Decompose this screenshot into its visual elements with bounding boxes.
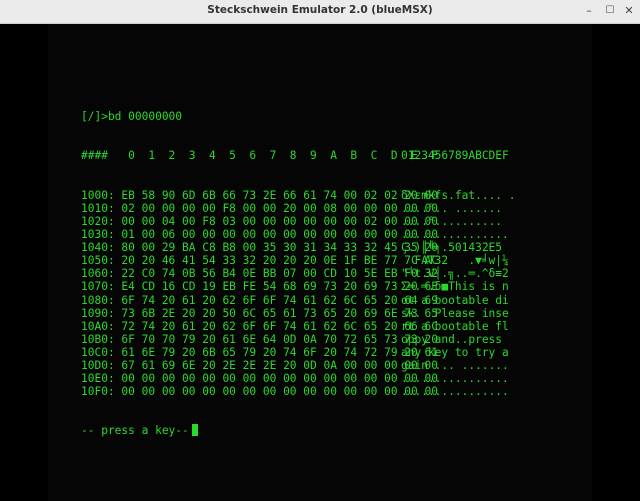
row-ascii: δXεmkfs.fat.... . [401,188,516,202]
dump-row: 10C0: 61 6E 79 20 6B 65 79 20 74 6F 20 7… [81,346,516,359]
row-ascii: Ç.)║╚╕.501432E5 [401,241,509,255]
row-hex: 1020: 00 00 04 00 F8 03 00 00 00 00 00 0… [81,214,438,228]
dump-row: 1030: 01 00 06 00 00 00 00 00 00 00 00 0… [81,228,516,241]
row-hex: 10A0: 72 74 20 61 20 62 6F 6F 74 61 62 6… [81,319,438,333]
row-hex: 1030: 01 00 06 00 00 00 00 00 00 00 00 0… [81,228,438,242]
dump-row: 1040: 80 00 29 BA C8 B8 00 35 30 31 34 3… [81,241,516,254]
dump-row: 10B0: 6F 70 70 79 20 61 6E 64 0D 0A 70 7… [81,333,516,346]
row-ascii: Σ═.═.δ■This is n [401,280,509,294]
dump-rows: 1000: EB 58 90 6D 6B 66 73 2E 66 61 74 0… [81,189,516,399]
row-hex: 10B0: 6F 70 70 79 20 61 6E 64 0D 0A 70 7… [81,332,438,346]
dump-row: 1050: 20 20 46 41 54 33 32 20 20 20 0E 1… [81,254,516,267]
left-border [0,24,48,501]
maximize-icon[interactable]: ☐ [603,4,617,18]
row-ascii: FAT32 .▼╛w|¼ [401,254,509,268]
row-ascii: ....°.. ....... [401,201,503,215]
emulator-window: Steckschwein Emulator 2.0 (blueMSX) – ☐ … [0,0,640,501]
dump-row: 1020: 00 00 04 00 F8 03 00 00 00 00 00 0… [81,215,516,228]
right-border [592,24,640,501]
dump-row: 1000: EB 58 90 6D 6B 66 73 2E 66 61 74 0… [81,189,516,202]
row-ascii: ................ [401,385,509,399]
row-ascii: sk. Please inse [401,306,509,320]
row-hex: 1000: EB 58 90 6D 6B 66 73 2E 66 61 74 0… [81,188,438,202]
row-hex: 10E0: 00 00 00 00 00 00 00 00 00 00 00 0… [81,372,438,386]
cursor-block [191,424,198,437]
dump-header: #### 0 1 2 3 4 5 6 7 8 9 A B C D E F0123… [81,149,516,162]
title-bar[interactable]: Steckschwein Emulator 2.0 (blueMSX) – ☐ … [0,0,640,24]
dump-row: 1090: 73 6B 2E 20 20 50 6C 65 61 73 65 2… [81,307,516,320]
row-hex: 1060: 22 C0 74 0B 56 B4 0E BB 07 00 CD 1… [81,267,438,281]
dump-row: 1060: 22 C0 74 0B 56 B4 0E BB 07 00 CD 1… [81,267,516,280]
dump-row: 10E0: 00 00 00 00 00 00 00 00 00 00 00 0… [81,372,516,385]
row-ascii: "└t.V┤.╗..═.^δ≡2 [401,267,509,281]
row-hex: 10D0: 67 61 69 6E 20 2E 2E 2E 20 0D 0A 0… [81,358,438,372]
header-hex: #### 0 1 2 3 4 5 6 7 8 9 A B C D E F [81,149,438,163]
dump-row: 1010: 02 00 00 00 00 F8 00 00 20 00 08 0… [81,202,516,215]
row-hex: 10C0: 61 6E 79 20 6B 65 79 20 74 6F 20 7… [81,345,438,359]
prompt-text: -- press a key-- [81,424,189,438]
dump-row: 10F0: 00 00 00 00 00 00 00 00 00 00 00 0… [81,385,516,398]
row-hex: 1040: 80 00 29 BA C8 B8 00 35 30 31 34 3… [81,241,438,255]
row-ascii: ....°.......... [401,214,503,228]
dump-row: 10A0: 72 74 20 61 20 62 6F 6F 74 61 62 6… [81,320,516,333]
row-ascii: ................ [401,372,509,386]
command-line: [/]>bd 00000000 [81,110,183,124]
row-ascii: rt a bootable fl [401,319,509,333]
dump-row: 10D0: 67 61 69 6E 20 2E 2E 2E 20 0D 0A 0… [81,359,516,372]
window-title: Steckschwein Emulator 2.0 (blueMSX) [207,4,433,16]
dump-row: 1070: E4 CD 16 CD 19 EB FE 54 68 69 73 2… [81,280,516,293]
row-ascii: oppy and..press [401,332,509,346]
row-ascii: any key to try a [401,345,509,359]
row-hex: 1080: 6F 74 20 61 20 62 6F 6F 74 61 62 6… [81,293,438,307]
row-hex: 1050: 20 20 46 41 54 33 32 20 20 20 0E 1… [81,254,438,268]
close-icon[interactable]: ✕ [622,4,636,18]
dump-row: 1080: 6F 74 20 61 20 62 6F 6F 74 61 62 6… [81,294,516,307]
minimize-icon[interactable]: – [582,4,596,18]
row-ascii: ot a bootable di [401,293,509,307]
row-hex: 1090: 73 6B 2E 20 20 50 6C 65 61 73 65 2… [81,306,438,320]
row-ascii: ................ [401,228,509,242]
row-hex: 1010: 02 00 00 00 00 F8 00 00 20 00 08 0… [81,201,438,215]
header-ascii: 0123456789ABCDEF [401,149,509,163]
prompt-line: -- press a key-- [81,424,516,437]
row-hex: 10F0: 00 00 00 00 00 00 00 00 00 00 00 0… [81,385,438,399]
row-hex: 1070: E4 CD 16 CD 19 EB FE 54 68 69 73 2… [81,280,438,294]
row-ascii: gain ... ....... [401,358,509,372]
terminal-output: [/]>bd 00000000 #### 0 1 2 3 4 5 6 7 8 9… [81,84,516,464]
